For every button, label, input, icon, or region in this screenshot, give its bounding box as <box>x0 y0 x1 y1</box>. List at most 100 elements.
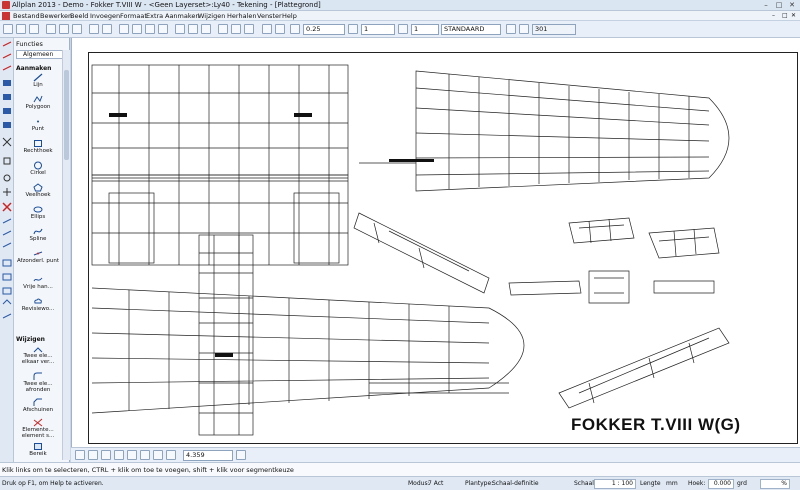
stretch-tool-icon <box>2 218 12 224</box>
hatch-icon[interactable] <box>519 24 529 34</box>
menu-help[interactable]: Help <box>282 12 297 20</box>
measure-icon[interactable] <box>231 24 241 34</box>
drawing-canvas[interactable]: FOKKER T.VIII W(G) <box>71 38 800 447</box>
zoom-all-icon[interactable] <box>88 450 98 460</box>
zoom-scale-input[interactable]: 4.359 <box>183 450 233 461</box>
menu-extra[interactable]: Extra <box>146 12 163 20</box>
undo-icon[interactable] <box>89 24 99 34</box>
layer-tool-icon <box>2 273 12 281</box>
app-icon[interactable] <box>2 1 10 9</box>
tool-veelhoek[interactable]: Veelhoek <box>16 183 60 198</box>
tool-twee-elementen-verbinden[interactable]: Twee ele... elkaar ver... <box>16 344 60 365</box>
paste-icon[interactable] <box>72 24 82 34</box>
regen-icon[interactable] <box>236 450 246 460</box>
hoek-value[interactable]: 0.000 <box>708 479 734 489</box>
new-file-icon[interactable] <box>3 24 13 34</box>
tool-elementen-snijden[interactable]: Elemente... element s... <box>16 418 60 439</box>
properties-icon[interactable] <box>119 24 129 34</box>
layer-icon[interactable] <box>132 24 142 34</box>
doc-minimize-button[interactable]: – <box>772 12 775 19</box>
menu-bar: Bestand Bewerken Beeld Invoegen Formaat … <box>0 11 800 21</box>
menu-bewerken[interactable]: Bewerken <box>40 12 72 20</box>
next-view-icon[interactable] <box>166 450 176 460</box>
lengte-value[interactable]: mm <box>666 480 678 487</box>
pen-icon[interactable] <box>262 24 272 34</box>
menu-invoegen[interactable]: Invoegen <box>90 12 120 20</box>
connect-icon <box>33 347 43 353</box>
print-icon[interactable] <box>175 24 185 34</box>
doc-restore-button[interactable]: □ <box>782 12 788 19</box>
scrollbar-thumb[interactable] <box>64 70 69 160</box>
percent-field[interactable]: % <box>760 479 790 489</box>
schaal-label: Schaal <box>574 480 594 487</box>
tool-punt[interactable]: Punt <box>16 117 60 132</box>
schaal-value[interactable]: 1 : 100 <box>594 479 636 489</box>
menu-aanmaken[interactable]: Aanmaken <box>165 12 200 20</box>
tool-afschuinen[interactable]: Afschuinen <box>16 398 60 413</box>
previous-view-icon[interactable] <box>153 450 163 460</box>
save-icon[interactable] <box>29 24 39 34</box>
menu-beeld[interactable]: Beeld <box>70 12 88 20</box>
help-icon[interactable] <box>244 24 254 34</box>
copy-icon[interactable] <box>59 24 69 34</box>
pen-dropdown-icon[interactable] <box>275 24 285 34</box>
color-icon[interactable] <box>398 24 408 34</box>
pen-thickness-select[interactable]: 0.25 <box>303 24 345 35</box>
tool-twee-elementen-afronden[interactable]: Twee ele... afronden <box>16 372 60 393</box>
preview-icon[interactable] <box>188 24 198 34</box>
pencil-icon <box>2 41 12 47</box>
tool-lijn[interactable]: Lijn <box>16 73 60 88</box>
tool-spline[interactable]: Spline <box>16 227 60 242</box>
fileset-icon[interactable] <box>145 24 155 34</box>
tool-rechthoek[interactable]: Rechthoek <box>16 139 60 154</box>
menu-wijzigen[interactable]: Wijzigen <box>198 12 225 20</box>
cut-icon[interactable] <box>46 24 56 34</box>
zoom-window-icon[interactable] <box>101 450 111 460</box>
close-view-icon[interactable] <box>75 450 85 460</box>
hatch-select[interactable]: 301 <box>532 24 576 35</box>
open-file-icon[interactable] <box>16 24 26 34</box>
help-hint: Druk op F1, om Help te activeren. <box>2 480 104 487</box>
tab-algemeen[interactable]: Algemeen <box>16 50 66 59</box>
menu-formaat[interactable]: Formaat <box>120 12 147 20</box>
minimize-button[interactable]: – <box>760 1 772 10</box>
plantype-value[interactable]: Schaal-definitie <box>492 480 539 487</box>
draw-tool-icon <box>2 65 12 71</box>
line-tool-icon <box>2 53 12 59</box>
pen-thickness-icon[interactable] <box>290 24 300 34</box>
tool-bereik[interactable]: Bereik <box>16 442 60 457</box>
tool-ellips[interactable]: Ellips <box>16 205 60 220</box>
tool-revisiewolk[interactable]: Revisiewo... <box>16 297 60 312</box>
tool-label: Polygoon <box>25 104 51 110</box>
document-icon[interactable] <box>2 12 10 20</box>
tool-label: Spline <box>29 236 47 242</box>
tool-afzonderlijk-punt[interactable]: Afzonderl. punt <box>16 249 60 264</box>
maximize-button[interactable]: □ <box>773 1 785 10</box>
tool-label: Ellips <box>30 214 46 220</box>
format-painter-icon[interactable] <box>218 24 228 34</box>
zoom-out-icon[interactable] <box>140 450 150 460</box>
tool-polygoon[interactable]: Polygoon <box>16 95 60 110</box>
close-button[interactable]: ✕ <box>786 1 798 10</box>
menu-bestand[interactable]: Bestand <box>13 12 40 20</box>
line-type-icon[interactable] <box>348 24 358 34</box>
zoom-in-icon[interactable] <box>127 450 137 460</box>
layer-settings-icon[interactable] <box>506 24 516 34</box>
redo-icon[interactable] <box>102 24 112 34</box>
line-type-select[interactable]: 1 <box>361 24 395 35</box>
wing-panel-bottom-left <box>91 287 525 414</box>
menu-herhalen[interactable]: Herhalen <box>227 12 256 20</box>
tool-cirkel[interactable]: Cirkel <box>16 161 60 176</box>
hoek-unit: grd <box>737 480 747 487</box>
tool-label: Twee ele... elkaar ver... <box>21 353 55 365</box>
menu-venster[interactable]: Venster <box>257 12 282 20</box>
drawing-icon[interactable] <box>158 24 168 34</box>
tool-vrije-hand[interactable]: Vrije han... <box>16 275 60 290</box>
doc-close-button[interactable]: ✕ <box>791 12 796 19</box>
settings-icon[interactable] <box>201 24 211 34</box>
color-select[interactable]: 1 <box>411 24 439 35</box>
pan-icon[interactable] <box>114 450 124 460</box>
layer-select[interactable]: STANDAARD <box>441 24 501 35</box>
panel-scrollbar[interactable] <box>62 50 70 460</box>
canvas-bottom-toolbar: 4.359 <box>71 447 800 462</box>
